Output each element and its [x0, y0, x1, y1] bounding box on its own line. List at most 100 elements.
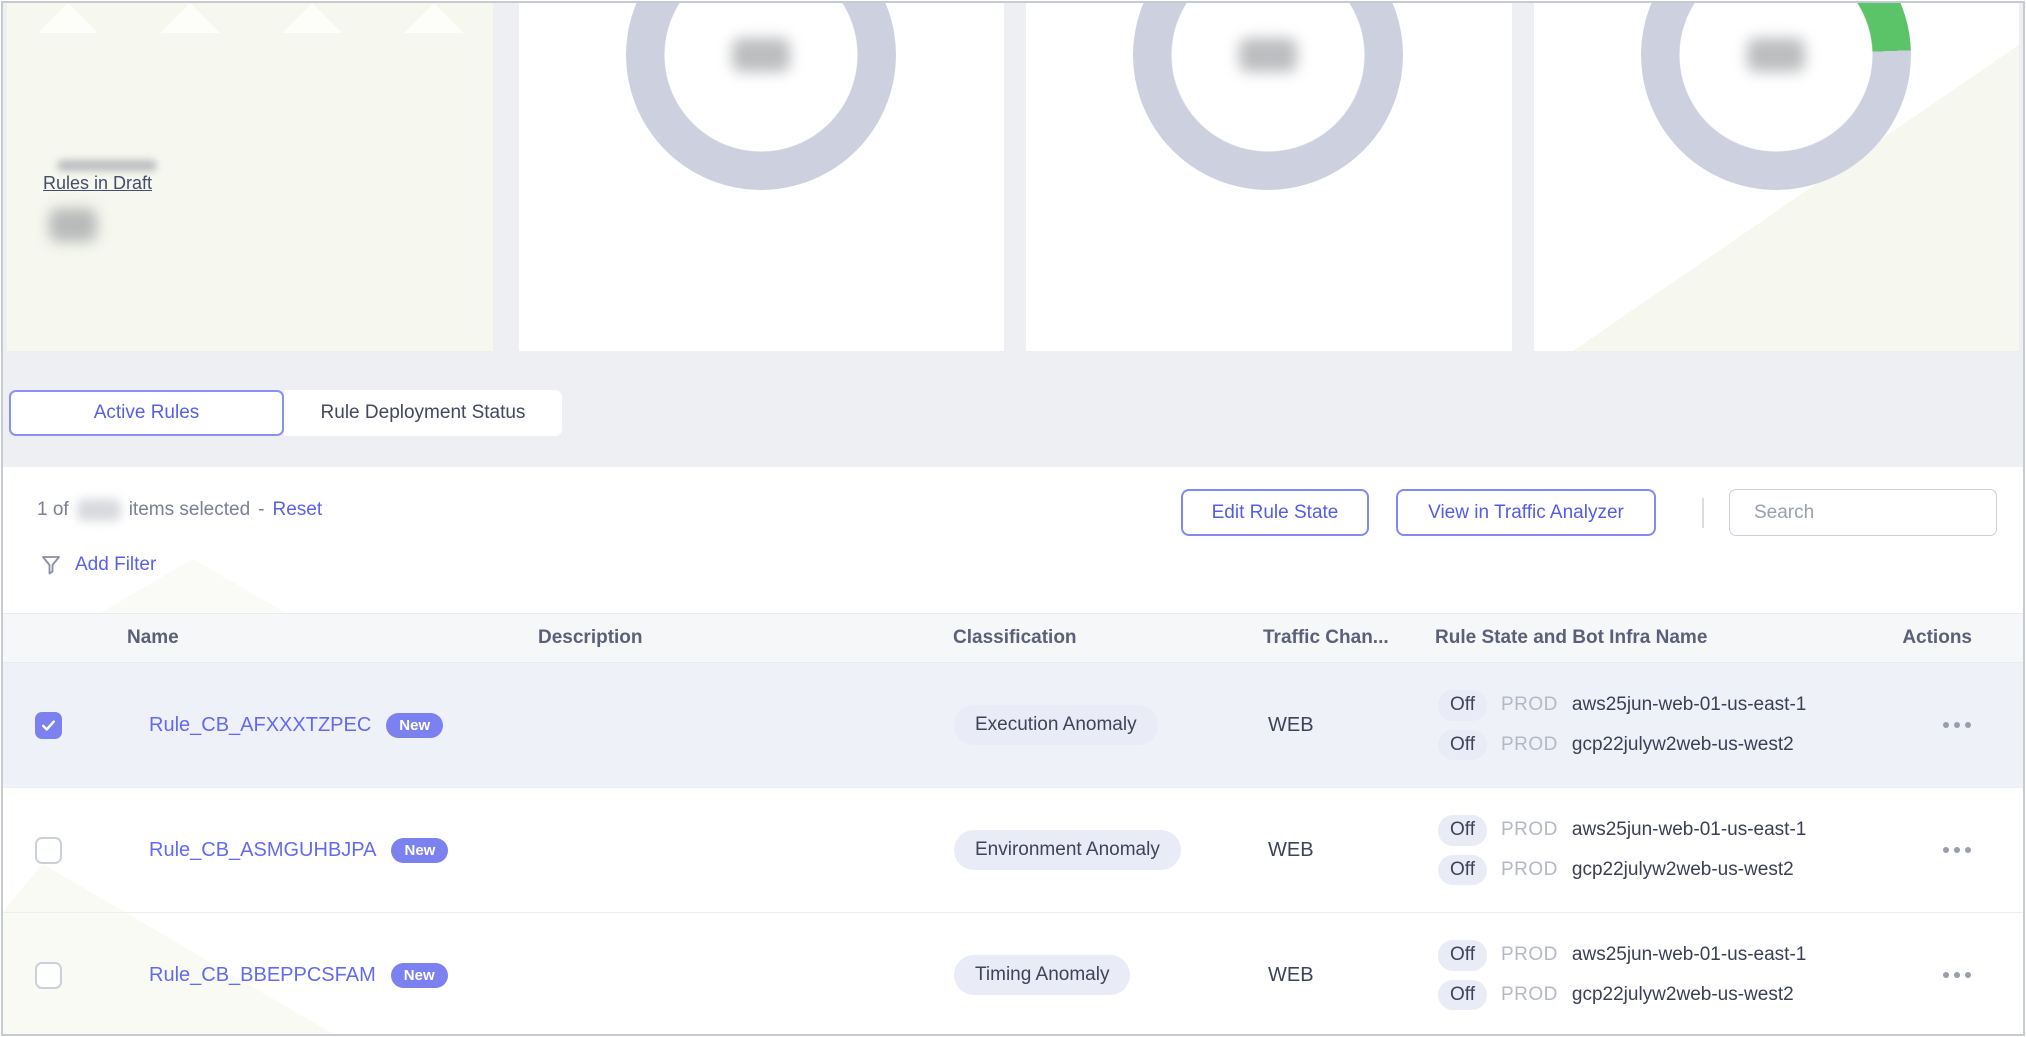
search-box[interactable]	[1729, 489, 1997, 536]
state-pill: Off	[1438, 940, 1487, 971]
actions-menu-icon[interactable]	[1941, 841, 1973, 859]
new-badge: New	[391, 838, 448, 863]
donut-card-3	[1534, 3, 2019, 351]
env-label: PROD	[1501, 859, 1558, 881]
main-content: 1 of items selected - Reset Edit Rule St…	[3, 467, 2023, 1034]
actions-menu-icon[interactable]	[1941, 966, 1973, 984]
classification-pill: Environment Anomaly	[954, 830, 1181, 870]
filter-funnel-icon	[39, 553, 63, 577]
rule-state-cell: Off PROD aws25jun-web-01-us-east-1 Off P…	[1400, 940, 1875, 1011]
redacted-count-blur	[49, 208, 97, 242]
table-row: Rule_CB_BBEPPCSFAM New Timing Anomaly WE…	[3, 912, 2023, 1036]
tab-active-rules[interactable]: Active Rules	[9, 390, 284, 436]
selection-prefix: 1 of	[37, 499, 69, 521]
state-line: Off PROD aws25jun-web-01-us-east-1	[1438, 815, 1875, 846]
header-classification: Classification	[918, 627, 1228, 649]
header-name: Name	[93, 627, 503, 649]
donut-card-2	[1026, 3, 1512, 351]
state-line: Off PROD aws25jun-web-01-us-east-1	[1438, 940, 1875, 971]
rules-in-draft-card: Rules in Draft	[7, 3, 493, 351]
state-line: Off PROD aws25jun-web-01-us-east-1	[1438, 690, 1875, 721]
search-input[interactable]	[1752, 501, 2001, 525]
state-line: Off PROD gcp22julyw2web-us-west2	[1438, 855, 1875, 886]
check-icon	[40, 717, 57, 734]
actions-menu-icon[interactable]	[1941, 716, 1973, 734]
infra-name: gcp22julyw2web-us-west2	[1572, 984, 1794, 1006]
new-badge: New	[391, 963, 448, 988]
state-pill: Off	[1438, 980, 1487, 1011]
classification-pill: Timing Anomaly	[954, 955, 1130, 995]
rules-in-draft-link[interactable]: Rules in Draft	[43, 173, 152, 194]
state-line: Off PROD gcp22julyw2web-us-west2	[1438, 980, 1875, 1011]
state-pill: Off	[1438, 855, 1487, 886]
traffic-channel-cell: WEB	[1228, 839, 1400, 862]
env-label: PROD	[1501, 734, 1558, 756]
state-line: Off PROD gcp22julyw2web-us-west2	[1438, 730, 1875, 761]
row-checkbox-unchecked[interactable]	[35, 837, 62, 864]
table-row: Rule_CB_ASMGUHBJPA New Environment Anoma…	[3, 787, 2023, 912]
tab-rule-deployment-status[interactable]: Rule Deployment Status	[284, 390, 562, 436]
donut-chart	[626, 3, 896, 190]
infra-name: aws25jun-web-01-us-east-1	[1572, 944, 1806, 966]
env-label: PROD	[1501, 694, 1558, 716]
redacted-value-blur	[1747, 38, 1805, 72]
summary-band: Rules in Draft Active Rules Rule Deploym…	[3, 3, 2023, 467]
selection-status: 1 of items selected - Reset	[37, 499, 322, 521]
app-window: Rules in Draft Active Rules Rule Deploym…	[1, 1, 2025, 1036]
infra-name: gcp22julyw2web-us-west2	[1572, 734, 1794, 756]
classification-cell: Environment Anomaly	[918, 830, 1228, 870]
rules-tabs: Active Rules Rule Deployment Status	[9, 390, 562, 436]
toolbar-divider	[1702, 498, 1704, 528]
env-label: PROD	[1501, 819, 1558, 841]
redacted-total-blur	[77, 499, 121, 521]
actions-cell	[1875, 966, 2025, 984]
infra-name: gcp22julyw2web-us-west2	[1572, 859, 1794, 881]
add-filter-button[interactable]: Add Filter	[39, 553, 156, 577]
redacted-value-blur	[1239, 38, 1297, 72]
infra-name: aws25jun-web-01-us-east-1	[1572, 819, 1806, 841]
rule-state-cell: Off PROD aws25jun-web-01-us-east-1 Off P…	[1400, 690, 1875, 761]
header-rule-state: Rule State and Bot Infra Name	[1400, 627, 1875, 649]
infra-name: aws25jun-web-01-us-east-1	[1572, 694, 1806, 716]
redacted-value-blur	[732, 38, 790, 72]
state-pill: Off	[1438, 690, 1487, 721]
traffic-channel-cell: WEB	[1228, 714, 1400, 737]
rule-name-link[interactable]: Rule_CB_ASMGUHBJPA	[149, 839, 376, 862]
zigzag-watermark	[7, 3, 493, 33]
name-cell: Rule_CB_AFXXXTZPEC New	[93, 713, 503, 738]
rule-name-link[interactable]: Rule_CB_BBEPPCSFAM	[149, 964, 376, 987]
actions-cell	[1875, 841, 2025, 859]
edit-rule-state-button[interactable]: Edit Rule State	[1181, 489, 1369, 536]
traffic-channel-cell: WEB	[1228, 964, 1400, 987]
name-cell: Rule_CB_ASMGUHBJPA New	[93, 838, 503, 863]
name-cell: Rule_CB_BBEPPCSFAM New	[93, 963, 503, 988]
view-in-traffic-analyzer-button[interactable]: View in Traffic Analyzer	[1396, 489, 1656, 536]
env-label: PROD	[1501, 944, 1558, 966]
state-pill: Off	[1438, 730, 1487, 761]
reset-link[interactable]: Reset	[272, 499, 322, 521]
header-actions: Actions	[1875, 627, 2025, 649]
row-checkbox-checked[interactable]	[35, 712, 62, 739]
header-traffic-channel: Traffic Chan...	[1228, 627, 1400, 649]
new-badge: New	[386, 713, 443, 738]
checkbox-cell	[3, 962, 93, 989]
env-label: PROD	[1501, 984, 1558, 1006]
rules-table: Name Description Classification Traffic …	[3, 613, 2023, 1034]
toolbar: 1 of items selected - Reset Edit Rule St…	[3, 489, 2023, 539]
classification-cell: Execution Anomaly	[918, 705, 1228, 745]
state-pill: Off	[1438, 815, 1487, 846]
table-row: Rule_CB_AFXXXTZPEC New Execution Anomaly…	[3, 663, 2023, 787]
table-header-row: Name Description Classification Traffic …	[3, 613, 2023, 663]
donut-card-1	[519, 3, 1004, 351]
redacted-text-blur	[57, 160, 157, 171]
rule-name-link[interactable]: Rule_CB_AFXXXTZPEC	[149, 714, 371, 737]
row-checkbox-unchecked[interactable]	[35, 962, 62, 989]
checkbox-cell	[3, 712, 93, 739]
classification-cell: Timing Anomaly	[918, 955, 1228, 995]
classification-pill: Execution Anomaly	[954, 705, 1158, 745]
donut-chart	[1133, 3, 1403, 190]
selection-separator: -	[258, 499, 264, 521]
add-filter-label: Add Filter	[75, 554, 156, 576]
checkbox-cell	[3, 837, 93, 864]
actions-cell	[1875, 716, 2025, 734]
